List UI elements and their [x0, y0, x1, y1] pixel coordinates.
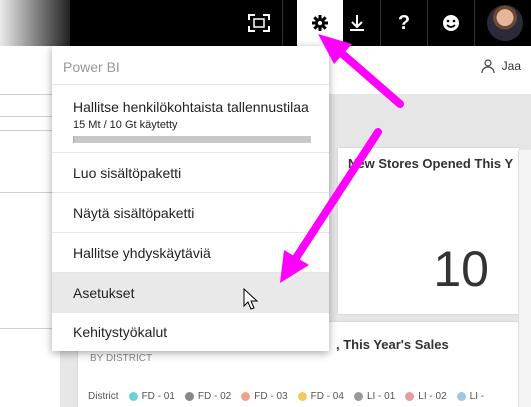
fullscreen-icon: [248, 14, 270, 32]
top-nav-bar: ?: [0, 0, 531, 46]
feedback-button[interactable]: [428, 0, 474, 46]
legend-item: LI -: [456, 391, 485, 402]
settings-dropdown: Power BI Hallitse henkilökohtaista talle…: [52, 46, 329, 351]
menu-item-create-content-pack[interactable]: Luo sisältöpaketti: [52, 152, 329, 192]
profile-button[interactable]: [481, 0, 529, 46]
topbar-fade: [0, 0, 70, 46]
menu-item-label: Asetukset: [73, 285, 135, 301]
help-icon: ?: [397, 11, 411, 34]
legend-title: District: [88, 391, 119, 402]
menu-item-label: Hallitse yhdyskäytäviä: [73, 245, 211, 261]
download-button[interactable]: [334, 0, 380, 46]
menu-item-label: Näytä sisältöpaketti: [73, 205, 195, 221]
help-button[interactable]: ?: [381, 0, 427, 46]
share-button[interactable]: Jaa: [480, 58, 521, 74]
legend-dot: [405, 392, 415, 401]
menu-item-developer-tools[interactable]: Kehitystyökalut: [52, 312, 329, 351]
menu-item-label: Kehitystyökalut: [73, 324, 168, 340]
legend-item: FD - 02: [184, 391, 232, 402]
legend-dot: [128, 392, 138, 401]
legend-dot: [297, 392, 307, 401]
legend-label: FD - 04: [310, 391, 344, 402]
new-stores-value: 10: [433, 241, 489, 297]
legend-label: FD - 03: [254, 391, 288, 402]
storage-bar: [73, 136, 311, 143]
gear-icon: [312, 15, 328, 31]
new-stores-title: New Stores Opened This Y: [348, 156, 514, 171]
menu-item-manage-gateways[interactable]: Hallitse yhdyskäytäviä: [52, 232, 329, 272]
storage-usage: 15 Mt / 10 Gt käytetty: [73, 119, 178, 131]
download-icon: [350, 15, 364, 31]
legend-item: FD - 03: [241, 391, 288, 402]
fullscreen-button[interactable]: [236, 0, 282, 46]
vertical-scrollbar[interactable]: [518, 150, 531, 407]
avatar: [487, 5, 523, 41]
legend-item: LI - 02: [405, 391, 447, 402]
legend-label: LI - 02: [418, 391, 447, 402]
legend-dot: [353, 392, 363, 401]
sales-subtitle: BY DISTRICT: [90, 353, 153, 364]
legend-label: LI -: [469, 391, 485, 402]
legend-dot: [184, 392, 194, 401]
legend-item: FD - 04: [297, 391, 344, 402]
legend-label: LI - 01: [366, 391, 396, 402]
district-legend: District FD - 01 FD - 02 FD - 03 FD - 04…: [88, 391, 484, 402]
legend-dot: [456, 392, 466, 401]
smiley-icon: [443, 15, 459, 31]
left-panel: [0, 94, 60, 407]
menu-item-label: Luo sisältöpaketti: [73, 165, 182, 181]
legend-item: LI - 01: [353, 391, 396, 402]
legend-label: FD - 02: [197, 391, 232, 402]
menu-header: Power BI: [63, 59, 120, 75]
share-icon: [481, 59, 495, 74]
sales-title: , This Year's Sales: [336, 337, 449, 352]
menu-item-settings[interactable]: Asetukset: [52, 272, 329, 312]
storage-label: Hallitse henkilökohtaista tallennustilaa: [73, 99, 309, 115]
menu-item-view-content-pack[interactable]: Näytä sisältöpaketti: [52, 192, 329, 232]
new-stores-tile[interactable]: [338, 148, 519, 314]
share-label: Jaa: [501, 59, 521, 73]
legend-dot: [241, 392, 251, 401]
legend-item: FD - 01: [128, 391, 175, 402]
legend-label: FD - 01: [141, 391, 175, 402]
